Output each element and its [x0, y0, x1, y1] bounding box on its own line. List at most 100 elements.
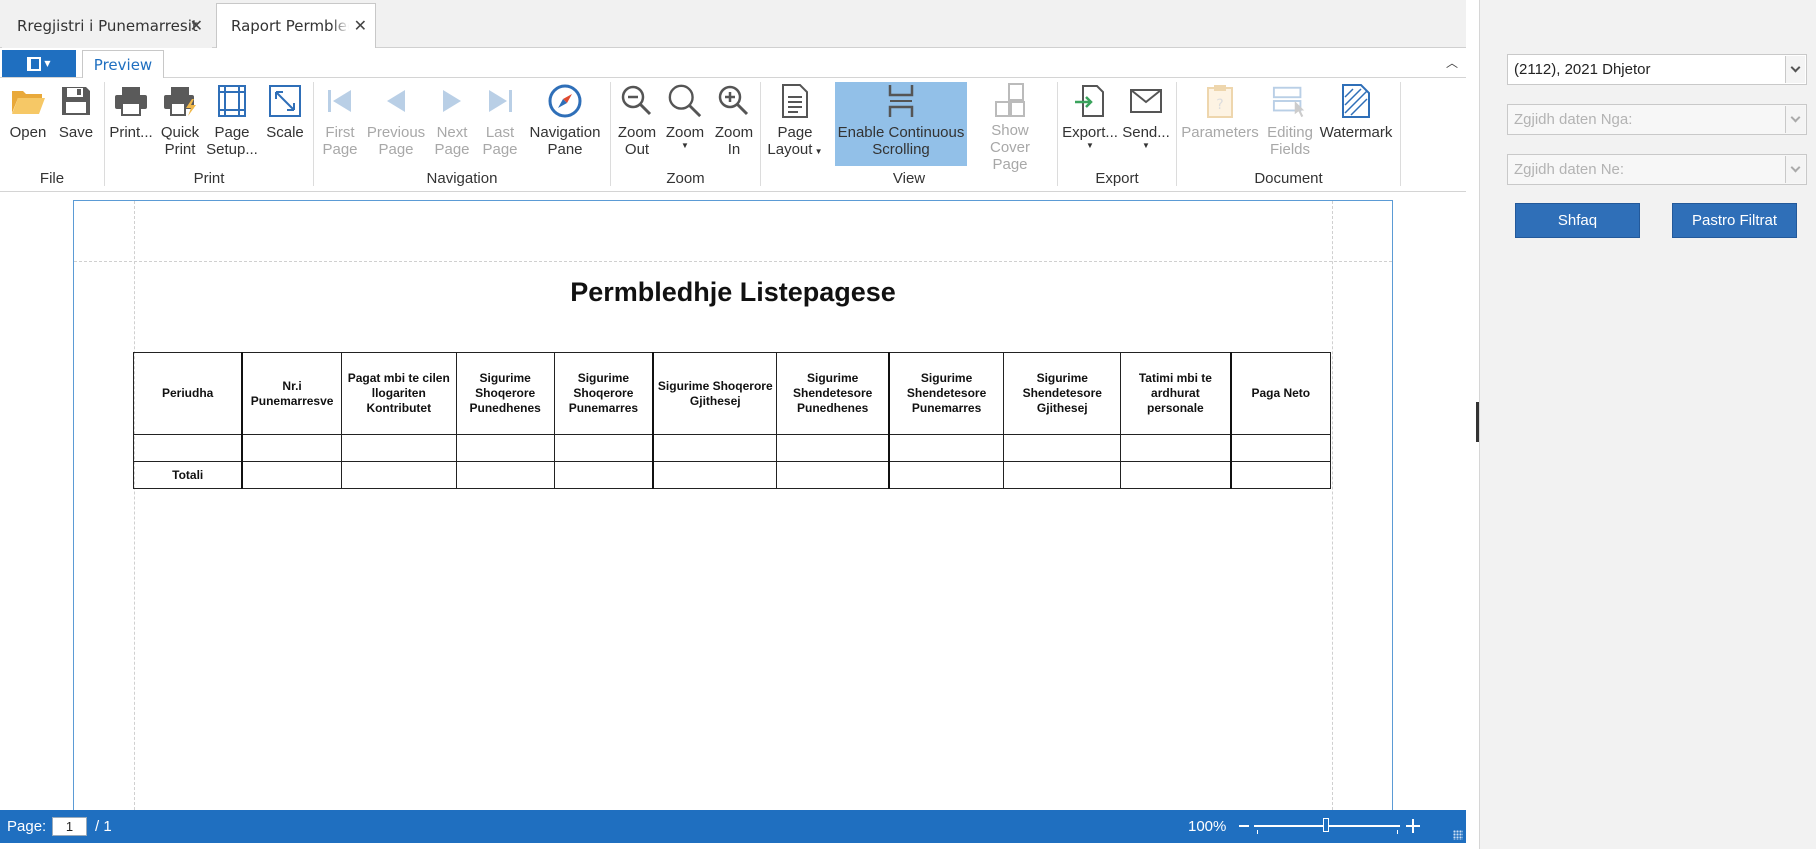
- button-label: In: [727, 141, 741, 158]
- table-cell: [652, 434, 778, 462]
- tab-label: Rregjistri i Punemarresit: [17, 16, 198, 35]
- last-page-icon: [482, 82, 518, 120]
- chevron-down-icon[interactable]: [1785, 106, 1805, 133]
- export-button[interactable]: Export... ▼: [1062, 82, 1118, 166]
- button-label: Quick: [160, 124, 200, 141]
- next-page-button[interactable]: Next Page: [430, 82, 474, 166]
- previous-page-button[interactable]: Previous Page: [364, 82, 428, 166]
- scale-button[interactable]: Scale: [263, 82, 307, 166]
- ribbon: Open Save File Print... Quick Print Page…: [0, 78, 1466, 192]
- zoom-plus-icon[interactable]: [1406, 819, 1420, 833]
- chevron-down-icon[interactable]: [1785, 56, 1805, 83]
- ribbon-tab-preview[interactable]: Preview: [82, 50, 164, 79]
- zoom-out-button[interactable]: Zoom Out: [614, 82, 660, 166]
- show-cover-page-button[interactable]: Show Cover Page: [970, 82, 1050, 173]
- page-setup-button[interactable]: Page Setup...: [206, 82, 258, 166]
- editing-fields-icon: [1272, 82, 1308, 120]
- parameters-button[interactable]: ? Parameters: [1180, 82, 1260, 166]
- table-cell: [776, 461, 890, 489]
- table-row: [133, 434, 1331, 462]
- button-label: Send...: [1122, 124, 1170, 141]
- scale-icon: [267, 82, 303, 120]
- table-cell: [652, 461, 778, 489]
- button-label: Navigation: [529, 124, 601, 141]
- table-cell: [340, 434, 457, 462]
- document-tab-strip: Rregjistri i Punemarresit ✕ Raport Permb…: [0, 0, 1466, 49]
- button-label: Pane: [547, 141, 583, 158]
- svg-text:?: ?: [1216, 97, 1223, 113]
- chevron-down-icon[interactable]: [1785, 156, 1805, 183]
- navigation-pane-button[interactable]: Navigation Pane: [526, 82, 604, 166]
- column-header: Sigurime Shendetesore Punedhenes: [776, 352, 890, 435]
- magnifier-icon: [667, 82, 703, 120]
- show-button[interactable]: Shfaq: [1515, 203, 1640, 238]
- table-cell: [887, 461, 1005, 489]
- group-label-view: View: [892, 170, 926, 187]
- last-page-button[interactable]: Last Page: [478, 82, 522, 166]
- send-button[interactable]: Send... ▼: [1120, 82, 1172, 166]
- date-to-select[interactable]: Zgjidh daten Ne:: [1507, 154, 1807, 185]
- table-cell: [455, 434, 555, 462]
- close-icon[interactable]: ✕: [354, 16, 367, 35]
- button-label: Fields: [1269, 141, 1310, 158]
- editing-fields-button[interactable]: Editing Fields: [1262, 82, 1318, 166]
- table-cell: [133, 434, 243, 462]
- table-cell: [776, 434, 890, 462]
- period-select[interactable]: (2112), 2021 Dhjetor: [1507, 54, 1807, 85]
- button-label: Out: [624, 141, 650, 158]
- column-header: Sigurime Shoqerore Punedhenes: [455, 352, 555, 435]
- open-button[interactable]: Open: [6, 82, 50, 166]
- group-label-navigation: Navigation: [426, 170, 498, 187]
- date-from-select[interactable]: Zgjidh daten Nga:: [1507, 104, 1807, 135]
- collapse-ribbon-icon[interactable]: ︿: [1446, 54, 1458, 71]
- print-button[interactable]: Print...: [108, 82, 154, 166]
- watermark-button[interactable]: Watermark: [1318, 82, 1394, 166]
- button-label: Print...: [109, 124, 153, 141]
- button-label: Layout ▼: [767, 141, 822, 158]
- group-label-print: Print: [193, 170, 225, 187]
- zoom-button[interactable]: Zoom ▼: [662, 82, 708, 166]
- envelope-icon: [1128, 82, 1164, 120]
- totals-row: Totali: [133, 461, 1331, 489]
- close-icon[interactable]: ✕: [190, 16, 203, 35]
- table-cell: [1229, 461, 1331, 489]
- menu-icon: [27, 56, 42, 71]
- column-header: Periudha: [133, 352, 243, 435]
- enable-continuous-scrolling-toggle[interactable]: Enable Continuous Scrolling: [835, 82, 967, 166]
- button-label: Next: [436, 124, 468, 141]
- button-label: Enable Continuous: [837, 124, 965, 141]
- table-cell: [553, 461, 654, 489]
- column-header: Sigurime Shendetesore Gjithesej: [1003, 352, 1122, 435]
- table-cell: [241, 461, 342, 489]
- table-cell: [241, 434, 342, 462]
- chevron-down-icon: ▼: [1142, 141, 1150, 150]
- previous-page-icon: [378, 82, 414, 120]
- page-layout-button[interactable]: Page Layout ▼: [764, 82, 826, 166]
- tab-raport-permbledhje[interactable]: Raport Permbledhje ✕: [216, 3, 376, 49]
- button-label: Previous: [366, 124, 426, 141]
- floppy-disk-icon: [58, 82, 94, 120]
- zoom-level: 100%: [1188, 818, 1227, 835]
- tab-rregjistri-punemarresit[interactable]: Rregjistri i Punemarresit ✕: [2, 3, 212, 48]
- save-button[interactable]: Save: [56, 82, 96, 166]
- table-cell: [553, 434, 654, 462]
- report-title: Permbledhje Listepagese: [570, 277, 896, 307]
- button-label: Scale: [266, 124, 304, 141]
- first-page-button[interactable]: First Page: [318, 82, 362, 166]
- clear-filters-button[interactable]: Pastro Filtrat: [1672, 203, 1797, 238]
- page-number-input[interactable]: 1: [52, 817, 87, 836]
- date-from-placeholder: Zgjidh daten Nga:: [1514, 111, 1633, 128]
- column-header: Paga Neto: [1229, 352, 1331, 435]
- document-preview-area[interactable]: Permbledhje Listepagese Periudha Nr.i Pu…: [0, 193, 1466, 810]
- column-header: Tatimi mbi te ardhurat personale: [1120, 352, 1232, 435]
- zoom-in-button[interactable]: Zoom In: [710, 82, 758, 166]
- button-label: Watermark: [1319, 124, 1393, 141]
- report-page: Permbledhje Listepagese Periudha Nr.i Pu…: [73, 200, 1393, 810]
- resize-grip-icon[interactable]: [1453, 830, 1463, 840]
- application-menu-button[interactable]: ▼: [2, 50, 76, 77]
- quick-print-button[interactable]: Quick Print: [156, 82, 204, 166]
- button-label: Scrolling: [872, 141, 930, 158]
- zoom-slider-thumb[interactable]: [1323, 818, 1329, 832]
- status-bar: Page: 1 / 1 100%: [0, 810, 1466, 843]
- zoom-minus-icon[interactable]: [1239, 825, 1249, 827]
